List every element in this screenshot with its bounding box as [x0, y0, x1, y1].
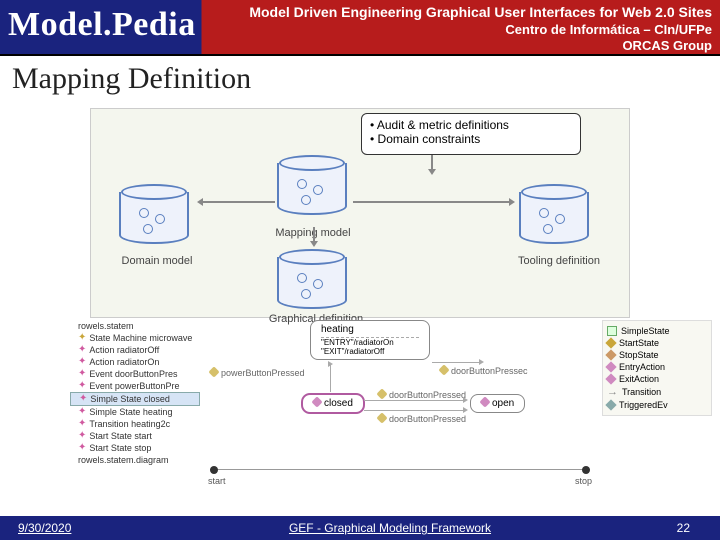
legend-transition: →Transition — [607, 385, 707, 399]
tree-footer: rowels.statem.diagram — [70, 454, 200, 466]
tree-item: ✦State Machine microwave — [70, 332, 200, 344]
header-subtitle-1: Centro de Informática – CIn/UFPe — [505, 22, 712, 37]
node-open: open — [470, 394, 525, 413]
state-graph: heating "ENTRY"/radiatorOn "EXIT"/radiat… — [210, 320, 590, 480]
legend-stopstate: StopState — [607, 349, 707, 361]
tree-item-selected: ✦Simple State closed — [70, 392, 200, 406]
label-powerbtn: powerButtonPressed — [210, 368, 305, 378]
node-closed: closed — [302, 394, 364, 413]
edge — [364, 410, 466, 411]
diagram-area: Audit & metric definitions Domain constr… — [90, 108, 630, 318]
note-line-1: Audit & metric definitions — [370, 118, 572, 132]
tree-item: ✦Start State start — [70, 430, 200, 442]
tree-panel: rowels.statem ✦State Machine microwave ✦… — [70, 320, 200, 466]
legend-entryaction: EntryAction — [607, 361, 707, 373]
header-title: Model Driven Engineering Graphical User … — [249, 4, 712, 20]
tree-item: ✦Action radiatorOff — [70, 344, 200, 356]
legend-triggeredev: TriggeredEv — [607, 399, 707, 411]
tree-header: rowels.statem — [70, 320, 200, 332]
label-doorbtn3: doorButtonPressed — [378, 414, 466, 424]
brand-logo: Model.Pedia — [8, 6, 196, 44]
label-tooling: Tooling definition — [499, 255, 619, 267]
tree-item: ✦Start State stop — [70, 442, 200, 454]
label-doorbtn2: doorButtonPressec — [440, 366, 528, 376]
arrow-mapping-to-domain — [199, 201, 275, 203]
arrow-mapping-to-tooling — [353, 201, 513, 203]
legend-simplestate: SimpleState — [607, 325, 707, 337]
tree-item: ✦Event powerButtonPre — [70, 380, 200, 392]
footer-title: GEF - Graphical Modeling Framework — [140, 521, 640, 535]
tree-item: ✦Transition heating2c — [70, 418, 200, 430]
tree-item: ✦Event doorButtonPres — [70, 368, 200, 380]
tree-item: ✦Action radiatorOn — [70, 356, 200, 368]
header: Model.Pedia Model Driven Engineering Gra… — [0, 0, 720, 56]
graph-axis — [210, 469, 590, 470]
header-subtitle-2: ORCAS Group — [622, 38, 712, 53]
axis-start: start — [208, 476, 226, 486]
tree-item: ✦Simple State heating — [70, 406, 200, 418]
node-heating: heating "ENTRY"/radiatorOn "EXIT"/radiat… — [310, 320, 430, 360]
start-dot — [210, 466, 218, 474]
arrow-mapping-to-graphical — [313, 227, 315, 245]
legend-panel: SimpleState StartState StopState EntryAc… — [602, 320, 712, 416]
stop-dot — [582, 466, 590, 474]
edge — [330, 364, 331, 392]
note-line-2: Domain constraints — [370, 132, 572, 146]
edge — [432, 362, 482, 363]
footer-page-number: 22 — [640, 521, 720, 535]
axis-stop: stop — [575, 476, 592, 486]
label-domain: Domain model — [97, 255, 217, 267]
edge — [364, 400, 466, 401]
footer-date: 9/30/2020 — [0, 521, 140, 535]
legend-exitaction: ExitAction — [607, 373, 707, 385]
legend-startstate: StartState — [607, 337, 707, 349]
arrow-note-to-mapping — [431, 155, 433, 173]
note-box: Audit & metric definitions Domain constr… — [361, 113, 581, 155]
label-doorbtn: doorButtonPressed — [378, 390, 466, 400]
footer: 9/30/2020 GEF - Graphical Modeling Frame… — [0, 516, 720, 540]
slide-title: Mapping Definition — [12, 62, 251, 96]
